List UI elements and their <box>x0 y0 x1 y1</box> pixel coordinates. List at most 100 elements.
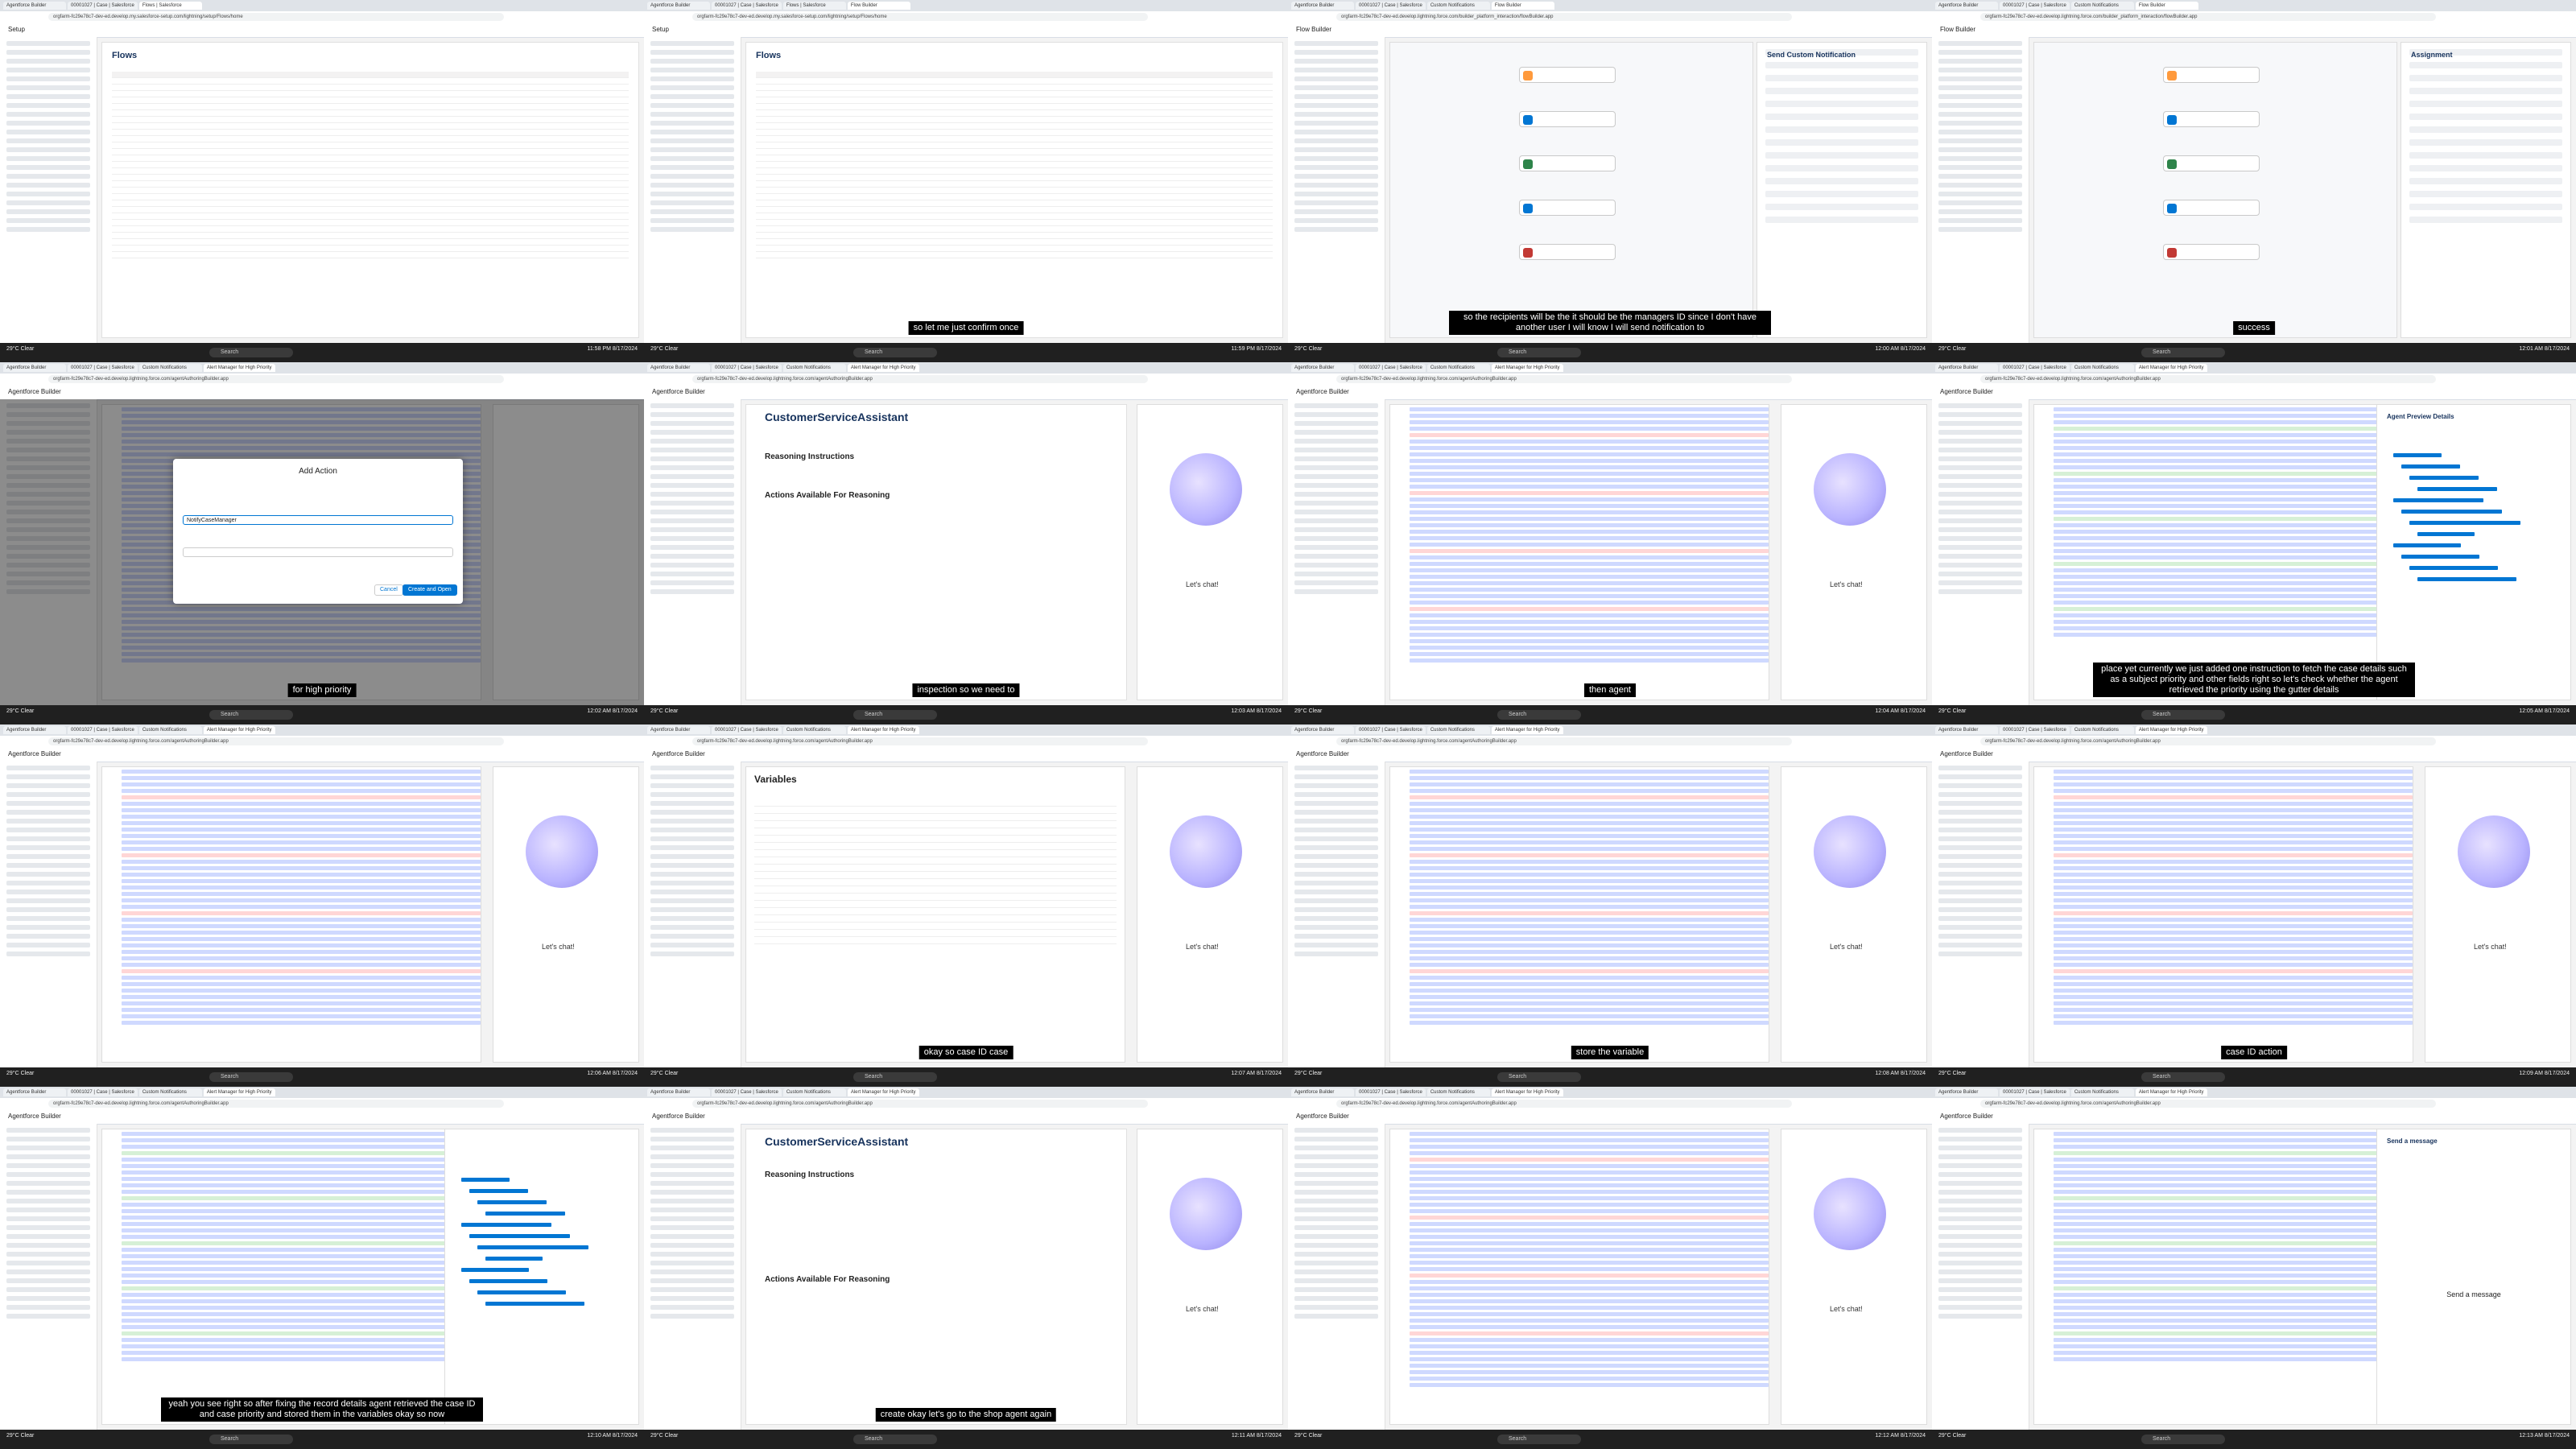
table-row[interactable] <box>756 104 1273 110</box>
sidebar-item[interactable] <box>1294 209 1378 214</box>
sidebar-item[interactable] <box>6 85 90 90</box>
table-row[interactable] <box>756 117 1273 123</box>
taskbar-search[interactable]: Search <box>1497 348 1581 357</box>
table-row[interactable] <box>112 226 629 233</box>
taskbar-search[interactable]: Search <box>1497 710 1581 720</box>
sidebar-item[interactable] <box>1294 783 1378 788</box>
browser-tab[interactable]: 00001027 | Case | Salesforce <box>712 726 782 734</box>
table-row[interactable] <box>756 226 1273 233</box>
sidebar-item[interactable] <box>650 492 734 497</box>
sidebar-item[interactable] <box>650 1208 734 1212</box>
sidebar-item[interactable] <box>1938 1137 2022 1141</box>
sidebar-item[interactable] <box>650 1252 734 1257</box>
property-field[interactable] <box>2409 75 2562 81</box>
sidebar-item[interactable] <box>1938 1190 2022 1195</box>
sidebar-item[interactable] <box>650 439 734 444</box>
flow-node[interactable] <box>1519 155 1616 171</box>
table-row[interactable] <box>112 181 629 188</box>
browser-tab[interactable]: Flow Builder <box>1491 2 1554 10</box>
sidebar-item[interactable] <box>1294 1163 1378 1168</box>
property-field[interactable] <box>2409 217 2562 223</box>
sidebar-item[interactable] <box>6 943 90 947</box>
sidebar-item[interactable] <box>1294 430 1378 435</box>
sidebar-item[interactable] <box>1294 518 1378 523</box>
sidebar-item[interactable] <box>650 1234 734 1239</box>
sidebar-item[interactable] <box>1938 403 2022 408</box>
property-field[interactable] <box>1765 165 1918 171</box>
table-row[interactable] <box>756 149 1273 155</box>
sidebar-item[interactable] <box>1938 801 2022 806</box>
sidebar-item[interactable] <box>1294 76 1378 81</box>
sidebar-item[interactable] <box>1294 403 1378 408</box>
sidebar-item[interactable] <box>1294 1314 1378 1319</box>
sidebar-item[interactable] <box>6 1278 90 1283</box>
sidebar-item[interactable] <box>1938 1305 2022 1310</box>
table-row[interactable] <box>112 175 629 181</box>
sidebar-item[interactable] <box>1294 68 1378 72</box>
browser-tab[interactable]: Custom Notifications <box>2070 726 2134 734</box>
sidebar-item[interactable] <box>1938 1261 2022 1265</box>
sidebar-item[interactable] <box>650 1314 734 1319</box>
browser-tab[interactable]: 00001027 | Case | Salesforce <box>2000 1088 2070 1096</box>
url-field[interactable]: orgfarm-fc29e78c7-dev-ed.develop.lightni… <box>1980 375 2436 383</box>
url-field[interactable]: orgfarm-fc29e78c7-dev-ed.develop.my.sale… <box>48 13 504 21</box>
sidebar-item[interactable] <box>1938 1216 2022 1221</box>
url-field[interactable]: orgfarm-fc29e78c7-dev-ed.develop.lightni… <box>48 737 504 745</box>
flow-node[interactable] <box>2163 155 2260 171</box>
sidebar-item[interactable] <box>650 1172 734 1177</box>
sidebar-item[interactable] <box>650 227 734 232</box>
sidebar-item[interactable] <box>650 836 734 841</box>
sidebar-item[interactable] <box>650 412 734 417</box>
browser-tab[interactable]: 00001027 | Case | Salesforce <box>712 1088 782 1096</box>
sidebar-item[interactable] <box>1938 76 2022 81</box>
taskbar-search[interactable]: Search <box>209 1072 293 1082</box>
sidebar-item[interactable] <box>1294 819 1378 824</box>
sidebar-item[interactable] <box>1938 492 2022 497</box>
sidebar-item[interactable] <box>1294 421 1378 426</box>
sidebar-item[interactable] <box>1294 925 1378 930</box>
table-row[interactable] <box>112 155 629 162</box>
sidebar-item[interactable] <box>1294 1261 1378 1265</box>
browser-tab[interactable]: Flow Builder <box>847 2 910 10</box>
browser-tab[interactable]: 00001027 | Case | Salesforce <box>712 364 782 372</box>
sidebar-item[interactable] <box>650 68 734 72</box>
sidebar-item[interactable] <box>1294 898 1378 903</box>
browser-tab[interactable]: Agentforce Builder <box>1935 364 1998 372</box>
table-row[interactable] <box>112 149 629 155</box>
sidebar-item[interactable] <box>650 1137 734 1141</box>
property-field[interactable] <box>2409 139 2562 146</box>
sidebar-item[interactable] <box>1294 1199 1378 1203</box>
sidebar-item[interactable] <box>650 563 734 568</box>
sidebar-item[interactable] <box>1294 907 1378 912</box>
sidebar-item[interactable] <box>650 916 734 921</box>
table-row[interactable] <box>112 207 629 213</box>
browser-tab[interactable]: Agentforce Builder <box>3 364 66 372</box>
table-row[interactable] <box>112 252 629 258</box>
sidebar-item[interactable] <box>1294 227 1378 232</box>
browser-tab[interactable]: Custom Notifications <box>782 1088 846 1096</box>
flow-node[interactable] <box>2163 200 2260 216</box>
variable-row[interactable] <box>754 908 1117 915</box>
sidebar-item[interactable] <box>6 898 90 903</box>
sidebar-item[interactable] <box>6 836 90 841</box>
sidebar-item[interactable] <box>650 766 734 770</box>
url-field[interactable]: orgfarm-fc29e78c7-dev-ed.develop.lightni… <box>48 1100 504 1108</box>
sidebar-item[interactable] <box>650 121 734 126</box>
property-field[interactable] <box>2409 62 2562 68</box>
sidebar-item[interactable] <box>6 952 90 956</box>
sidebar-item[interactable] <box>650 580 734 585</box>
sidebar-item[interactable] <box>1294 412 1378 417</box>
variable-row[interactable] <box>754 923 1117 930</box>
browser-tab[interactable]: Agentforce Builder <box>1291 726 1354 734</box>
property-field[interactable] <box>1765 126 1918 133</box>
table-row[interactable] <box>756 162 1273 168</box>
sidebar-item[interactable] <box>1938 898 2022 903</box>
sidebar-item[interactable] <box>1294 1181 1378 1186</box>
table-row[interactable] <box>756 252 1273 258</box>
browser-tab[interactable]: Agentforce Builder <box>3 1088 66 1096</box>
sidebar-item[interactable] <box>6 863 90 868</box>
sidebar-item[interactable] <box>1938 1278 2022 1283</box>
sidebar-item[interactable] <box>6 1163 90 1168</box>
browser-tab[interactable]: Flows | Salesforce <box>782 2 846 10</box>
sidebar-item[interactable] <box>1294 448 1378 452</box>
